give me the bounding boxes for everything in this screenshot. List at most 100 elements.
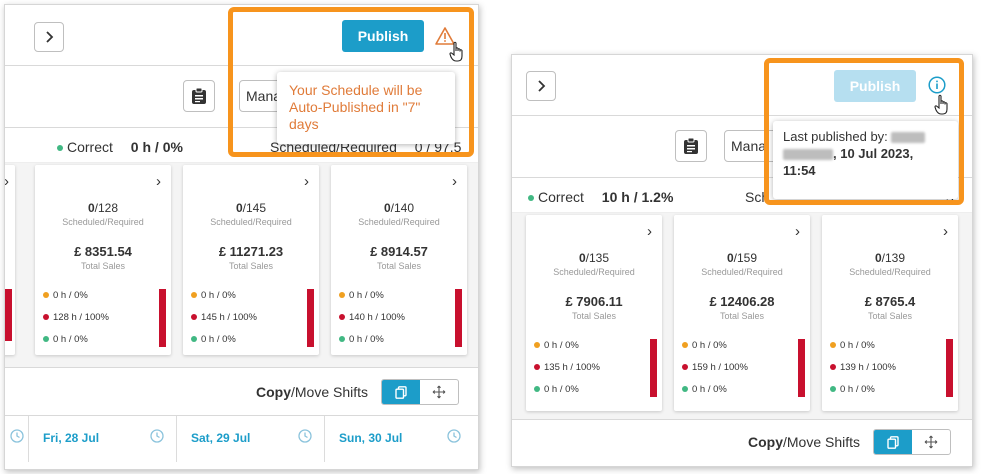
clock-icon[interactable]	[150, 429, 164, 448]
scheduled-ratio: 0/139	[874, 251, 906, 265]
stat-row-correct: 0 h / 0%	[534, 384, 579, 395]
day-card: › 0/135 Scheduled/Required £ 7906.11 Tot…	[526, 215, 662, 411]
right-scheduler-panel: Publish Mana Correct 10 h / 1.2% Sch 5 ›…	[511, 54, 973, 467]
clipboard-icon	[192, 87, 206, 104]
day-card-partial: ›	[5, 165, 15, 355]
chevron-right-icon[interactable]: ›	[5, 173, 9, 190]
copy-move-toggle[interactable]	[381, 379, 459, 405]
move-icon	[432, 385, 446, 399]
day-card: › 0/128 Scheduled/Required £ 8351.54 Tot…	[35, 165, 171, 355]
next-week-button[interactable]	[34, 22, 64, 52]
clipboard-icon	[684, 137, 698, 154]
stat-row-over: 159 h / 100%	[682, 362, 748, 373]
scheduled-caption: Scheduled/Required	[701, 267, 783, 277]
stat-row-under: 0 h / 0%	[682, 340, 727, 351]
auto-publish-tooltip: Your Schedule will be Auto-Published in …	[277, 72, 455, 144]
total-sales-caption: Total Sales	[571, 311, 617, 321]
clock-icon[interactable]	[298, 429, 312, 448]
correct-label: Correct	[67, 139, 113, 155]
redacted-name	[783, 149, 833, 161]
scheduled-caption: Scheduled/Required	[358, 217, 440, 227]
copy-move-label: Copy/Move Shifts	[256, 384, 369, 400]
chevron-right-icon[interactable]: ›	[156, 173, 161, 190]
correct-value: 0 h / 0%	[130, 139, 183, 155]
total-sales-caption: Total Sales	[376, 261, 422, 271]
stat-row-over: 135 h / 100%	[534, 362, 600, 373]
scheduled-ratio: 0/159	[726, 251, 758, 265]
tooltip-time: 11:54	[783, 163, 816, 178]
coverage-bar	[798, 339, 805, 397]
day-card: › 0/140 Scheduled/Required £ 8914.57 Tot…	[331, 165, 467, 355]
total-sales-caption: Total Sales	[867, 311, 913, 321]
chevron-right-icon[interactable]: ›	[647, 223, 652, 240]
total-sales-caption: Total Sales	[80, 261, 126, 271]
stat-row-under: 0 h / 0%	[339, 290, 384, 301]
clipboard-button[interactable]	[675, 130, 707, 162]
chevron-right-icon[interactable]: ›	[943, 223, 948, 240]
date-label: Fri, 28 Jul	[43, 431, 100, 445]
date-header[interactable]: Fri, 28 Jul	[29, 416, 177, 462]
scheduled-ratio: 0/128	[87, 201, 119, 215]
total-sales-value: £ 11271.23	[218, 244, 284, 259]
correct-summary: Correct 10 h / 1.2%	[528, 189, 673, 205]
day-card: › 0/159 Scheduled/Required £ 12406.28 To…	[674, 215, 810, 411]
copy-mode-button[interactable]	[874, 430, 912, 454]
tooltip-text: Your Schedule will be Auto-Published in …	[289, 82, 423, 132]
date-header[interactable]: Sun, 30 Jul	[325, 416, 473, 462]
total-sales-caption: Total Sales	[719, 311, 765, 321]
scheduled-ratio: 0/145	[235, 201, 267, 215]
clock-icon[interactable]	[447, 429, 461, 448]
day-card: › 0/145 Scheduled/Required £ 11271.23 To…	[183, 165, 319, 355]
clock-icon[interactable]	[10, 429, 24, 448]
correct-label: Correct	[538, 189, 584, 205]
move-mode-button[interactable]	[912, 430, 950, 454]
stat-row-over: 145 h / 100%	[191, 312, 257, 323]
stat-row-under: 0 h / 0%	[534, 340, 579, 351]
stat-row-correct: 0 h / 0%	[191, 334, 236, 345]
chevron-right-icon[interactable]: ›	[304, 173, 309, 190]
chevron-right-icon[interactable]: ›	[795, 223, 800, 240]
date-label: Sun, 30 Jul	[339, 431, 403, 445]
stat-row-over: 139 h / 100%	[830, 362, 896, 373]
coverage-bar	[455, 289, 462, 347]
chevron-right-icon[interactable]: ›	[452, 173, 457, 190]
hand-cursor-icon	[449, 41, 467, 68]
copy-mode-button[interactable]	[382, 380, 420, 404]
scheduled-caption: Scheduled/Required	[849, 267, 931, 277]
total-sales-caption: Total Sales	[228, 261, 274, 271]
correct-value: 10 h / 1.2%	[601, 189, 674, 205]
move-mode-button[interactable]	[420, 380, 458, 404]
coverage-bar	[159, 289, 166, 347]
status-dot	[528, 195, 534, 202]
scheduled-ratio: 0/135	[578, 251, 610, 265]
redacted-name	[891, 132, 926, 144]
stat-row-under: 0 h / 0%	[830, 340, 875, 351]
publish-button[interactable]: Publish	[342, 20, 424, 52]
coverage-bar	[307, 289, 314, 347]
chevron-right-icon	[46, 31, 54, 43]
total-sales-value: £ 8765.4	[864, 294, 916, 309]
scheduled-caption: Scheduled/Required	[210, 217, 292, 227]
correct-summary: Correct 0 h / 0%	[57, 139, 183, 155]
scheduled-ratio: 0/140	[383, 201, 415, 215]
day-card: › 0/139 Scheduled/Required £ 8765.4 Tota…	[822, 215, 958, 411]
total-sales-value: £ 12406.28	[709, 294, 775, 309]
stat-row-under: 0 h / 0%	[43, 290, 88, 301]
date-header[interactable]: Sat, 29 Jul	[177, 416, 325, 462]
stat-row-correct: 0 h / 0%	[43, 334, 88, 345]
scheduled-summary: Sch	[745, 189, 769, 205]
copy-move-label: Copy/Move Shifts	[748, 434, 861, 450]
move-icon	[924, 435, 938, 449]
clipboard-button[interactable]	[183, 80, 215, 112]
chevron-right-icon	[538, 80, 546, 92]
total-sales-value: £ 7906.11	[565, 294, 623, 309]
scheduled-caption: Scheduled/Required	[62, 217, 144, 227]
stat-row-over: 140 h / 100%	[339, 312, 405, 323]
coverage-bar	[650, 339, 657, 397]
next-week-button[interactable]	[526, 71, 556, 101]
publish-button[interactable]: Publish	[834, 70, 916, 102]
stat-row-correct: 0 h / 0%	[682, 384, 727, 395]
scheduled-caption: Scheduled/Required	[553, 267, 635, 277]
copy-move-toggle[interactable]	[873, 429, 951, 455]
coverage-bar	[946, 339, 953, 397]
